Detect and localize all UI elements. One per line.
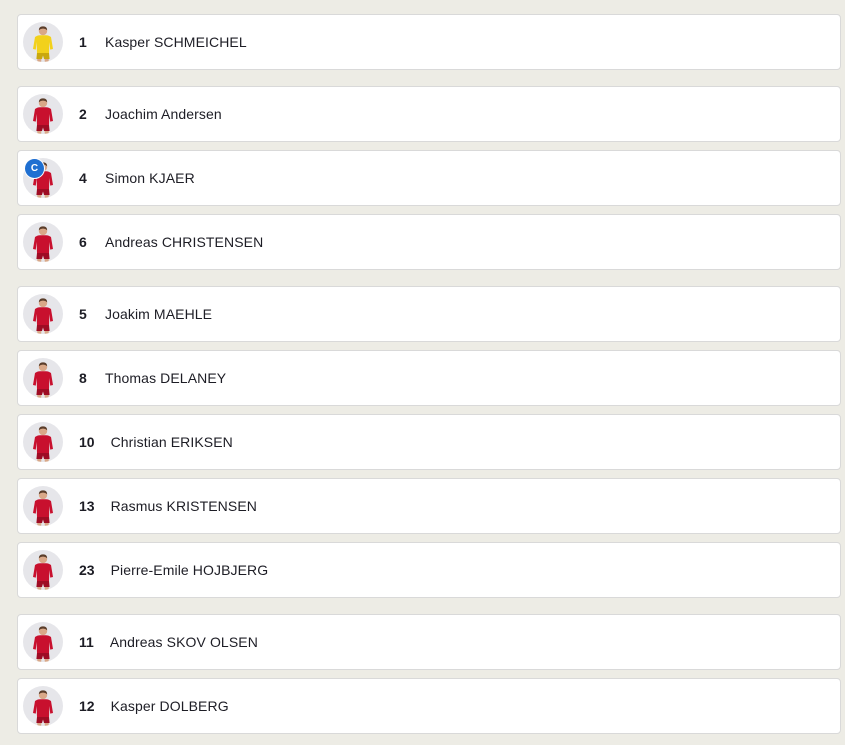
shirt-number: 13 — [79, 498, 95, 514]
player-photo-icon — [33, 226, 53, 262]
shirt-number: 1 — [79, 34, 87, 50]
shirt-number: 11 — [79, 634, 94, 650]
shirt-number: 12 — [79, 698, 95, 714]
player-name: Pierre-Emile HOJBJERG — [110, 562, 269, 578]
player-name: Andreas SKOV OLSEN — [109, 634, 258, 650]
kit-shorts-icon — [36, 517, 50, 523]
kit-shirt-icon — [33, 635, 53, 653]
kit-shirt-icon — [33, 235, 53, 253]
shirt-number: 6 — [79, 234, 87, 250]
kit-shorts-icon — [36, 325, 50, 331]
player-row-0[interactable]: 1 Kasper SCHMEICHEL — [17, 14, 841, 70]
player-row-8[interactable]: 23 Pierre-Emile HOJBJERG — [17, 542, 841, 598]
player-name: Thomas DELANEY — [105, 370, 227, 386]
player-photo-icon — [33, 426, 53, 462]
player-row-10[interactable]: 12 Kasper DOLBERG — [17, 678, 841, 734]
player-photo-icon — [33, 26, 53, 62]
kit-shorts-icon — [36, 253, 50, 259]
shirt-number: 4 — [79, 170, 87, 186]
kit-shorts-icon — [36, 453, 50, 459]
shirt-number: 23 — [79, 562, 95, 578]
player-avatar — [23, 22, 63, 62]
lineup-list: 1 Kasper SCHMEICHEL 2 Joachim Andersen C… — [17, 14, 841, 734]
player-row-9[interactable]: 11 Andreas SKOV OLSEN — [17, 614, 841, 670]
player-name: Rasmus KRISTENSEN — [110, 498, 257, 514]
kit-shorts-icon — [36, 389, 50, 395]
kit-shirt-icon — [33, 563, 53, 581]
player-name: Simon KJAER — [105, 170, 195, 186]
player-avatar — [23, 422, 63, 462]
player-photo-icon — [33, 490, 53, 526]
shirt-number: 5 — [79, 306, 87, 322]
kit-shirt-icon — [33, 699, 53, 717]
player-name: Andreas CHRISTENSEN — [105, 234, 264, 250]
player-photo-icon — [33, 554, 53, 590]
shirt-number: 10 — [79, 434, 95, 450]
player-row-2[interactable]: C 4 Simon KJAER — [17, 150, 841, 206]
player-row-3[interactable]: 6 Andreas CHRISTENSEN — [17, 214, 841, 270]
kit-shirt-icon — [33, 35, 53, 53]
player-avatar — [23, 294, 63, 334]
kit-shorts-icon — [36, 189, 50, 195]
player-row-7[interactable]: 13 Rasmus KRISTENSEN — [17, 478, 841, 534]
kit-shorts-icon — [36, 53, 50, 59]
player-row-5[interactable]: 8 Thomas DELANEY — [17, 350, 841, 406]
player-row-6[interactable]: 10 Christian ERIKSEN — [17, 414, 841, 470]
kit-shirt-icon — [33, 371, 53, 389]
kit-shorts-icon — [36, 125, 50, 131]
kit-shorts-icon — [36, 717, 50, 723]
player-photo-icon — [33, 362, 53, 398]
shirt-number: 8 — [79, 370, 87, 386]
kit-shirt-icon — [33, 107, 53, 125]
kit-shorts-icon — [36, 653, 50, 659]
player-avatar — [23, 358, 63, 398]
captain-badge: C — [25, 159, 44, 178]
shirt-number: 2 — [79, 106, 87, 122]
player-name: Joachim Andersen — [105, 106, 222, 122]
player-photo-icon — [33, 690, 53, 726]
player-avatar — [23, 622, 63, 662]
kit-shirt-icon — [33, 307, 53, 325]
player-avatar — [23, 550, 63, 590]
player-avatar — [23, 686, 63, 726]
player-photo-icon — [33, 98, 53, 134]
kit-shirt-icon — [33, 435, 53, 453]
kit-shorts-icon — [36, 581, 50, 587]
player-photo-icon — [33, 298, 53, 334]
player-row-1[interactable]: 2 Joachim Andersen — [17, 86, 841, 142]
player-name: Kasper DOLBERG — [110, 698, 229, 714]
player-avatar — [23, 94, 63, 134]
player-photo-icon — [33, 626, 53, 662]
player-avatar — [23, 486, 63, 526]
kit-shirt-icon — [33, 499, 53, 517]
player-name: Christian ERIKSEN — [110, 434, 233, 450]
player-avatar — [23, 222, 63, 262]
player-name: Kasper SCHMEICHEL — [105, 34, 247, 50]
player-name: Joakim MAEHLE — [105, 306, 213, 322]
player-row-4[interactable]: 5 Joakim MAEHLE — [17, 286, 841, 342]
